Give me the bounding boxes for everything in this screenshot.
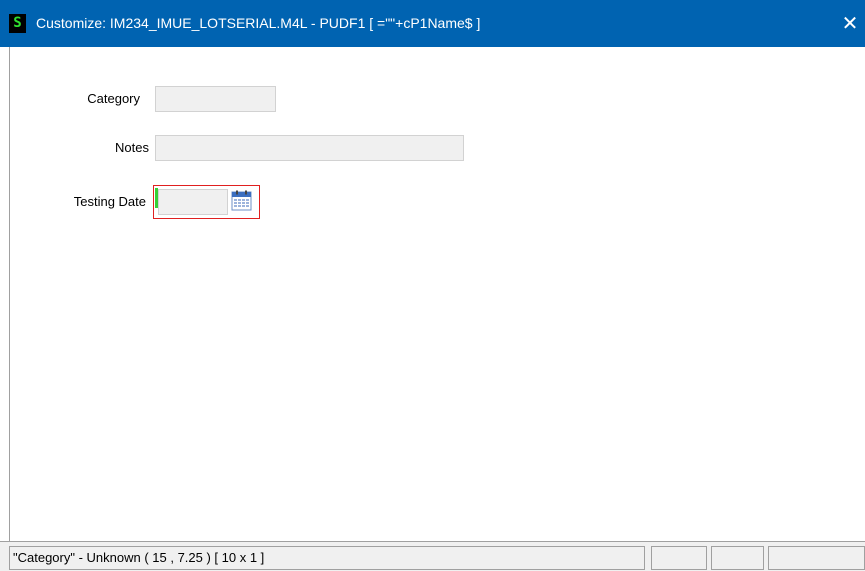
window-title: Customize: IM234_IMUE_LOTSERIAL.M4L - PU… [36,15,481,31]
window-left-border [9,47,10,571]
testing-date-label: Testing Date [73,194,146,209]
category-label: Category [87,91,140,106]
status-bar: "Category" - Unknown ( 15 , 7.25 ) [ 10 … [0,541,865,571]
calendar-icon[interactable] [230,189,253,212]
close-button[interactable]: ✕ [835,0,865,47]
notes-label: Notes [115,140,149,155]
form-canvas [0,47,865,541]
status-message: "Category" - Unknown ( 15 , 7.25 ) [ 10 … [9,546,645,570]
app-icon: S [9,14,26,33]
notes-field[interactable] [155,135,464,161]
category-field[interactable] [155,86,276,112]
testing-date-selection[interactable] [153,185,260,219]
testing-date-field[interactable] [158,189,228,215]
title-bar[interactable]: S Customize: IM234_IMUE_LOTSERIAL.M4L - … [0,0,865,47]
status-pane-2 [711,546,764,570]
status-pane-3 [768,546,865,570]
status-pane-1 [651,546,707,570]
